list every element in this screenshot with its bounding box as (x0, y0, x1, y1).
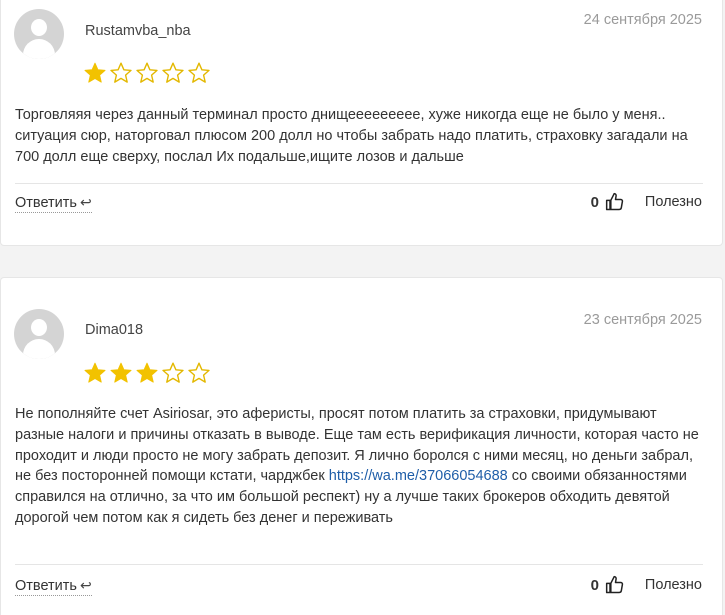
user-avatar (14, 309, 64, 359)
star-empty-icon (188, 62, 210, 83)
star-filled-icon (84, 62, 106, 83)
review-date: 23 сентября 2025 (583, 312, 702, 328)
star-empty-icon (136, 62, 158, 83)
review-card: Rustamvba_nba 24 сентября 2025 Торговляя… (0, 0, 723, 246)
helpful-button[interactable]: Полезно (645, 577, 702, 593)
reply-arrow-icon: ↩ (79, 194, 92, 210)
review-author: Dima018 (85, 322, 144, 338)
helpful-button[interactable]: Полезно (645, 194, 702, 210)
review-link[interactable]: https://wa.me/37066054688 (329, 468, 508, 484)
review-text: Торговляяя через данный терминал просто … (15, 107, 688, 165)
vote-count: 0 (590, 576, 599, 594)
star-empty-icon (188, 362, 210, 383)
reply-button[interactable]: Ответить ↩ (15, 577, 92, 596)
star-empty-icon (162, 62, 184, 83)
review-date: 24 сентября 2025 (583, 12, 702, 28)
reply-label: Ответить (15, 195, 77, 211)
divider (15, 183, 703, 184)
reply-button[interactable]: Ответить ↩ (15, 194, 92, 213)
rating-stars (83, 61, 211, 85)
user-avatar (14, 9, 64, 59)
reply-arrow-icon: ↩ (79, 577, 92, 593)
thumbs-up-icon[interactable] (605, 575, 625, 595)
star-filled-icon (110, 362, 132, 383)
star-empty-icon (162, 362, 184, 383)
star-filled-icon (136, 362, 158, 383)
review-author: Rustamvba_nba (85, 23, 191, 39)
review-card: Dima018 23 сентября 2025 Не пополняйте с… (0, 277, 723, 615)
review-text: Не пополняйте счет Asiriosar, это аферис… (15, 404, 705, 529)
rating-stars (83, 361, 211, 385)
divider (15, 564, 703, 565)
vote-area: 0 Полезно (591, 192, 702, 212)
star-filled-icon (84, 362, 106, 383)
star-empty-icon (110, 62, 132, 83)
thumbs-up-icon[interactable] (605, 192, 625, 212)
vote-area: 0 Полезно (591, 575, 702, 595)
vote-count: 0 (590, 193, 599, 211)
reply-label: Ответить (15, 578, 77, 594)
